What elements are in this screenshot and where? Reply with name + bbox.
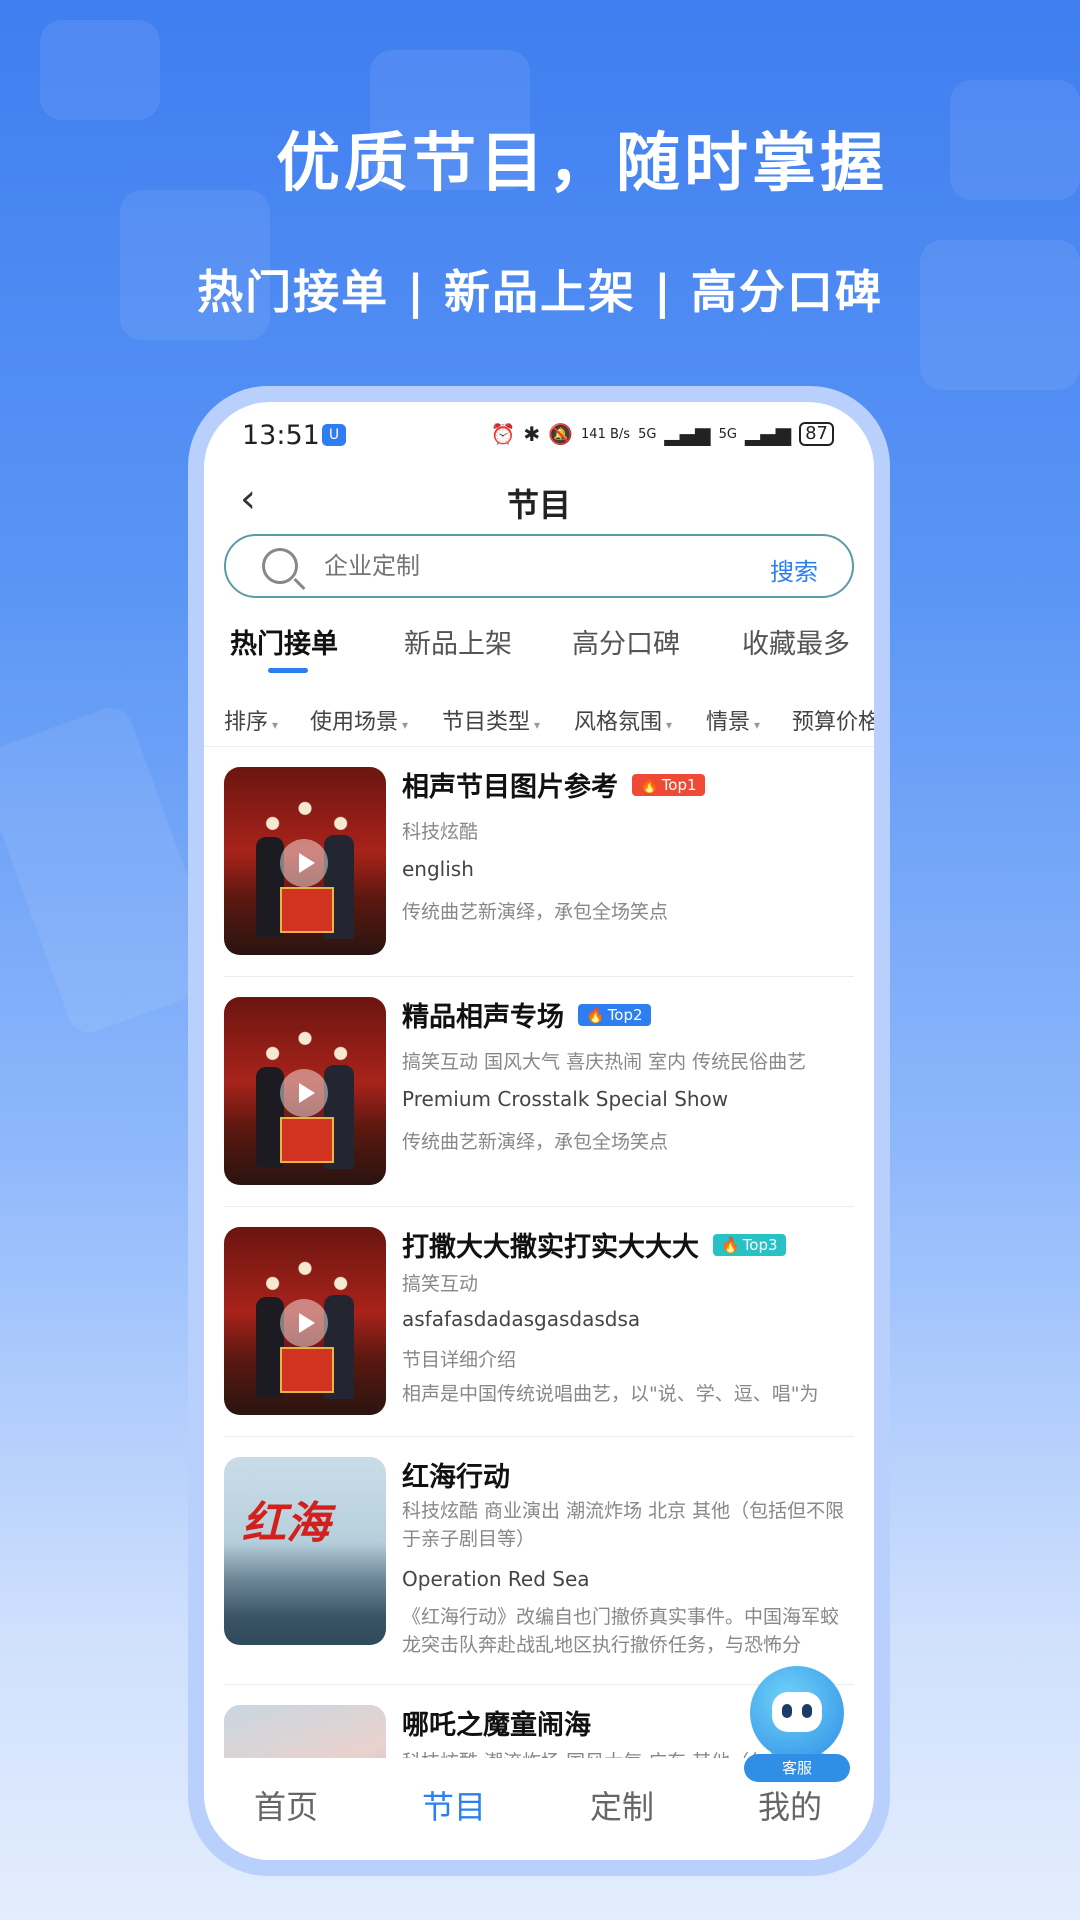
filter-bar: 排序 ▾ 使用场景 ▾ 节目类型 ▾ 风格氛围 ▾ 情景 ▾ 预算价格 [224,698,874,738]
filter-situation[interactable]: 情景 ▾ [706,704,760,736]
signal-label: 5G [718,426,737,442]
thumbnail-image [224,997,386,1185]
search-icon [262,548,298,584]
flame-icon: 🔥 [586,1005,605,1024]
signal-label: 5G [638,426,657,442]
item-title: 红海行动 [402,1462,510,1493]
item-description: 《红海行动》改编自也门撤侨真实事件。中国海军蛟龙突击队奔赴战乱地区执行撤侨任务，… [402,1606,840,1656]
thumbnail-image [224,1227,386,1415]
rank-badge: 🔥 Top3 [713,1233,786,1256]
play-icon[interactable] [280,839,328,887]
mute-icon: 🔕 [548,422,574,446]
item-english-name: english [402,857,474,881]
play-icon[interactable] [280,1069,328,1117]
item-title: 精品相声专场 [402,1002,564,1033]
search-bar: 搜索 [224,534,854,598]
item-title-row: 相声节目图片参考 🔥 Top1 [402,765,705,804]
item-title: 哪吒之魔童闹海 [402,1710,591,1741]
filter-style[interactable]: 风格氛围 ▾ [574,704,672,736]
nav-bar: ‹ 节目 [204,466,874,530]
caret-down-icon: ▾ [272,718,279,732]
thumbnail-image [224,1705,386,1758]
page-title: 节目 [506,486,571,524]
shield-icon: U [322,424,346,446]
signal-bars-icon: ▂▄▆ [744,422,792,446]
item-tags: 搞笑互动 国风大气 喜庆热闹 室内 传统民俗曲艺 [402,1051,807,1073]
list-item[interactable]: 红海 红海行动 科技炫酷 商业演出 潮流炸场 北京 其他（包括但不限于亲子剧目等… [224,1437,854,1685]
bluetooth-icon: ✱ [523,422,541,446]
tab-active-indicator [268,668,308,673]
item-tags: 科技炫酷 [402,821,479,843]
caret-down-icon: ▾ [666,718,673,732]
robot-icon [750,1666,844,1760]
search-button[interactable]: 搜索 [770,552,818,587]
item-description-heading: 节目详细介绍 [402,1349,517,1371]
battery-icon: 87 [799,422,834,446]
play-icon[interactable] [280,1299,328,1347]
search-input[interactable] [324,552,724,580]
item-tags: 科技炫酷 商业演出 潮流炸场 北京 其他（包括但不限于亲子剧目等） [402,1500,845,1550]
bottom-nav-custom[interactable]: 定制 [590,1782,654,1828]
promo-headline: 优质节目，随时掌握 [276,127,888,201]
customer-service-button[interactable]: 客服 [744,1666,850,1790]
signal-bars-icon: ▂▄▆ [664,422,711,446]
tab-high-rating[interactable]: 高分口碑 [572,622,680,661]
item-title-row: 哪吒之魔童闹海 [402,1703,591,1742]
app-screen: 13:51 U ⏰ ✱ 🔕 141 B/s 5G ▂▄▆ 5G ▂▄▆ 87 ‹… [204,402,874,1860]
filter-type[interactable]: 节目类型 ▾ [442,704,540,736]
filter-budget[interactable]: 预算价格 [792,704,874,736]
item-description: 传统曲艺新演绎，承包全场笑点 [402,901,669,923]
rank-badge: 🔥 Top1 [632,773,705,796]
phone-frame: 13:51 U ⏰ ✱ 🔕 141 B/s 5G ▂▄▆ 5G ▂▄▆ 87 ‹… [188,386,890,1876]
status-time: 13:51 [242,420,320,451]
item-english-name: Operation Red Sea [402,1567,590,1591]
alarm-icon: ⏰ [490,422,516,446]
thumbnail-image [224,767,386,955]
stage-table [280,1117,334,1163]
item-title-row: 打撒大大撒实打实大大大 🔥 Top3 [402,1225,786,1264]
tab-most-favorited[interactable]: 收藏最多 [742,622,850,661]
list-item[interactable]: 精品相声专场 🔥 Top2 搞笑互动 国风大气 喜庆热闹 室内 传统民俗曲艺 Pr… [224,977,854,1207]
tab-hot-orders[interactable]: 热门接单 [230,622,338,661]
status-bar: 13:51 U ⏰ ✱ 🔕 141 B/s 5G ▂▄▆ 5G ▂▄▆ 87 [204,402,874,452]
flame-icon: 🔥 [721,1235,740,1254]
bottom-nav-home[interactable]: 首页 [254,1782,318,1828]
thumbnail-image: 红海 [224,1457,386,1645]
item-description: 传统曲艺新演绎，承包全场笑点 [402,1131,669,1153]
program-list: 相声节目图片参考 🔥 Top1 科技炫酷 english 传统曲艺新演绎，承包全场… [204,747,874,1758]
status-icons: ⏰ ✱ 🔕 141 B/s 5G ▂▄▆ 5G ▂▄▆ 87 [490,422,834,446]
caret-down-icon: ▾ [402,718,409,732]
robot-face [772,1692,822,1732]
promo-subline: 热门接单 | 新品上架 | 高分口碑 [197,265,883,319]
item-tags: 搞笑互动 [402,1273,479,1295]
network-speed: 141 B/s [581,426,631,442]
item-english-name: Premium Crosstalk Special Show [402,1087,729,1111]
stage-table [280,887,334,933]
filter-scene[interactable]: 使用场景 ▾ [310,704,408,736]
poster-title: 红海 [242,1498,330,1549]
item-english-name: asfafasdadasgasdasdsa [402,1307,641,1331]
item-title: 打撒大大撒实打实大大大 [402,1232,699,1263]
list-item[interactable]: 相声节目图片参考 🔥 Top1 科技炫酷 english 传统曲艺新演绎，承包全场… [224,747,854,977]
item-title-row: 红海行动 [402,1455,510,1494]
caret-down-icon: ▾ [754,718,761,732]
stage-table [280,1347,334,1393]
rank-badge: 🔥 Top2 [578,1003,651,1026]
filter-sort[interactable]: 排序 ▾ [224,704,278,736]
list-item[interactable]: 打撒大大撒实打实大大大 🔥 Top3 搞笑互动 asfafasdadasgasda… [224,1207,854,1437]
caret-down-icon: ▾ [534,718,541,732]
item-description: 相声是中国传统说唱曲艺，以"说、学、逗、唱"为 [402,1383,819,1405]
flame-icon: 🔥 [640,775,659,794]
item-title-row: 精品相声专场 🔥 Top2 [402,995,651,1034]
tab-new-arrivals[interactable]: 新品上架 [404,622,512,661]
customer-service-label: 客服 [744,1754,850,1782]
bottom-nav-programs[interactable]: 节目 [422,1782,486,1828]
bg-decoration [40,20,160,120]
item-title: 相声节目图片参考 [402,772,618,803]
tab-bar: 热门接单 新品上架 高分口碑 收藏最多 [204,622,874,682]
